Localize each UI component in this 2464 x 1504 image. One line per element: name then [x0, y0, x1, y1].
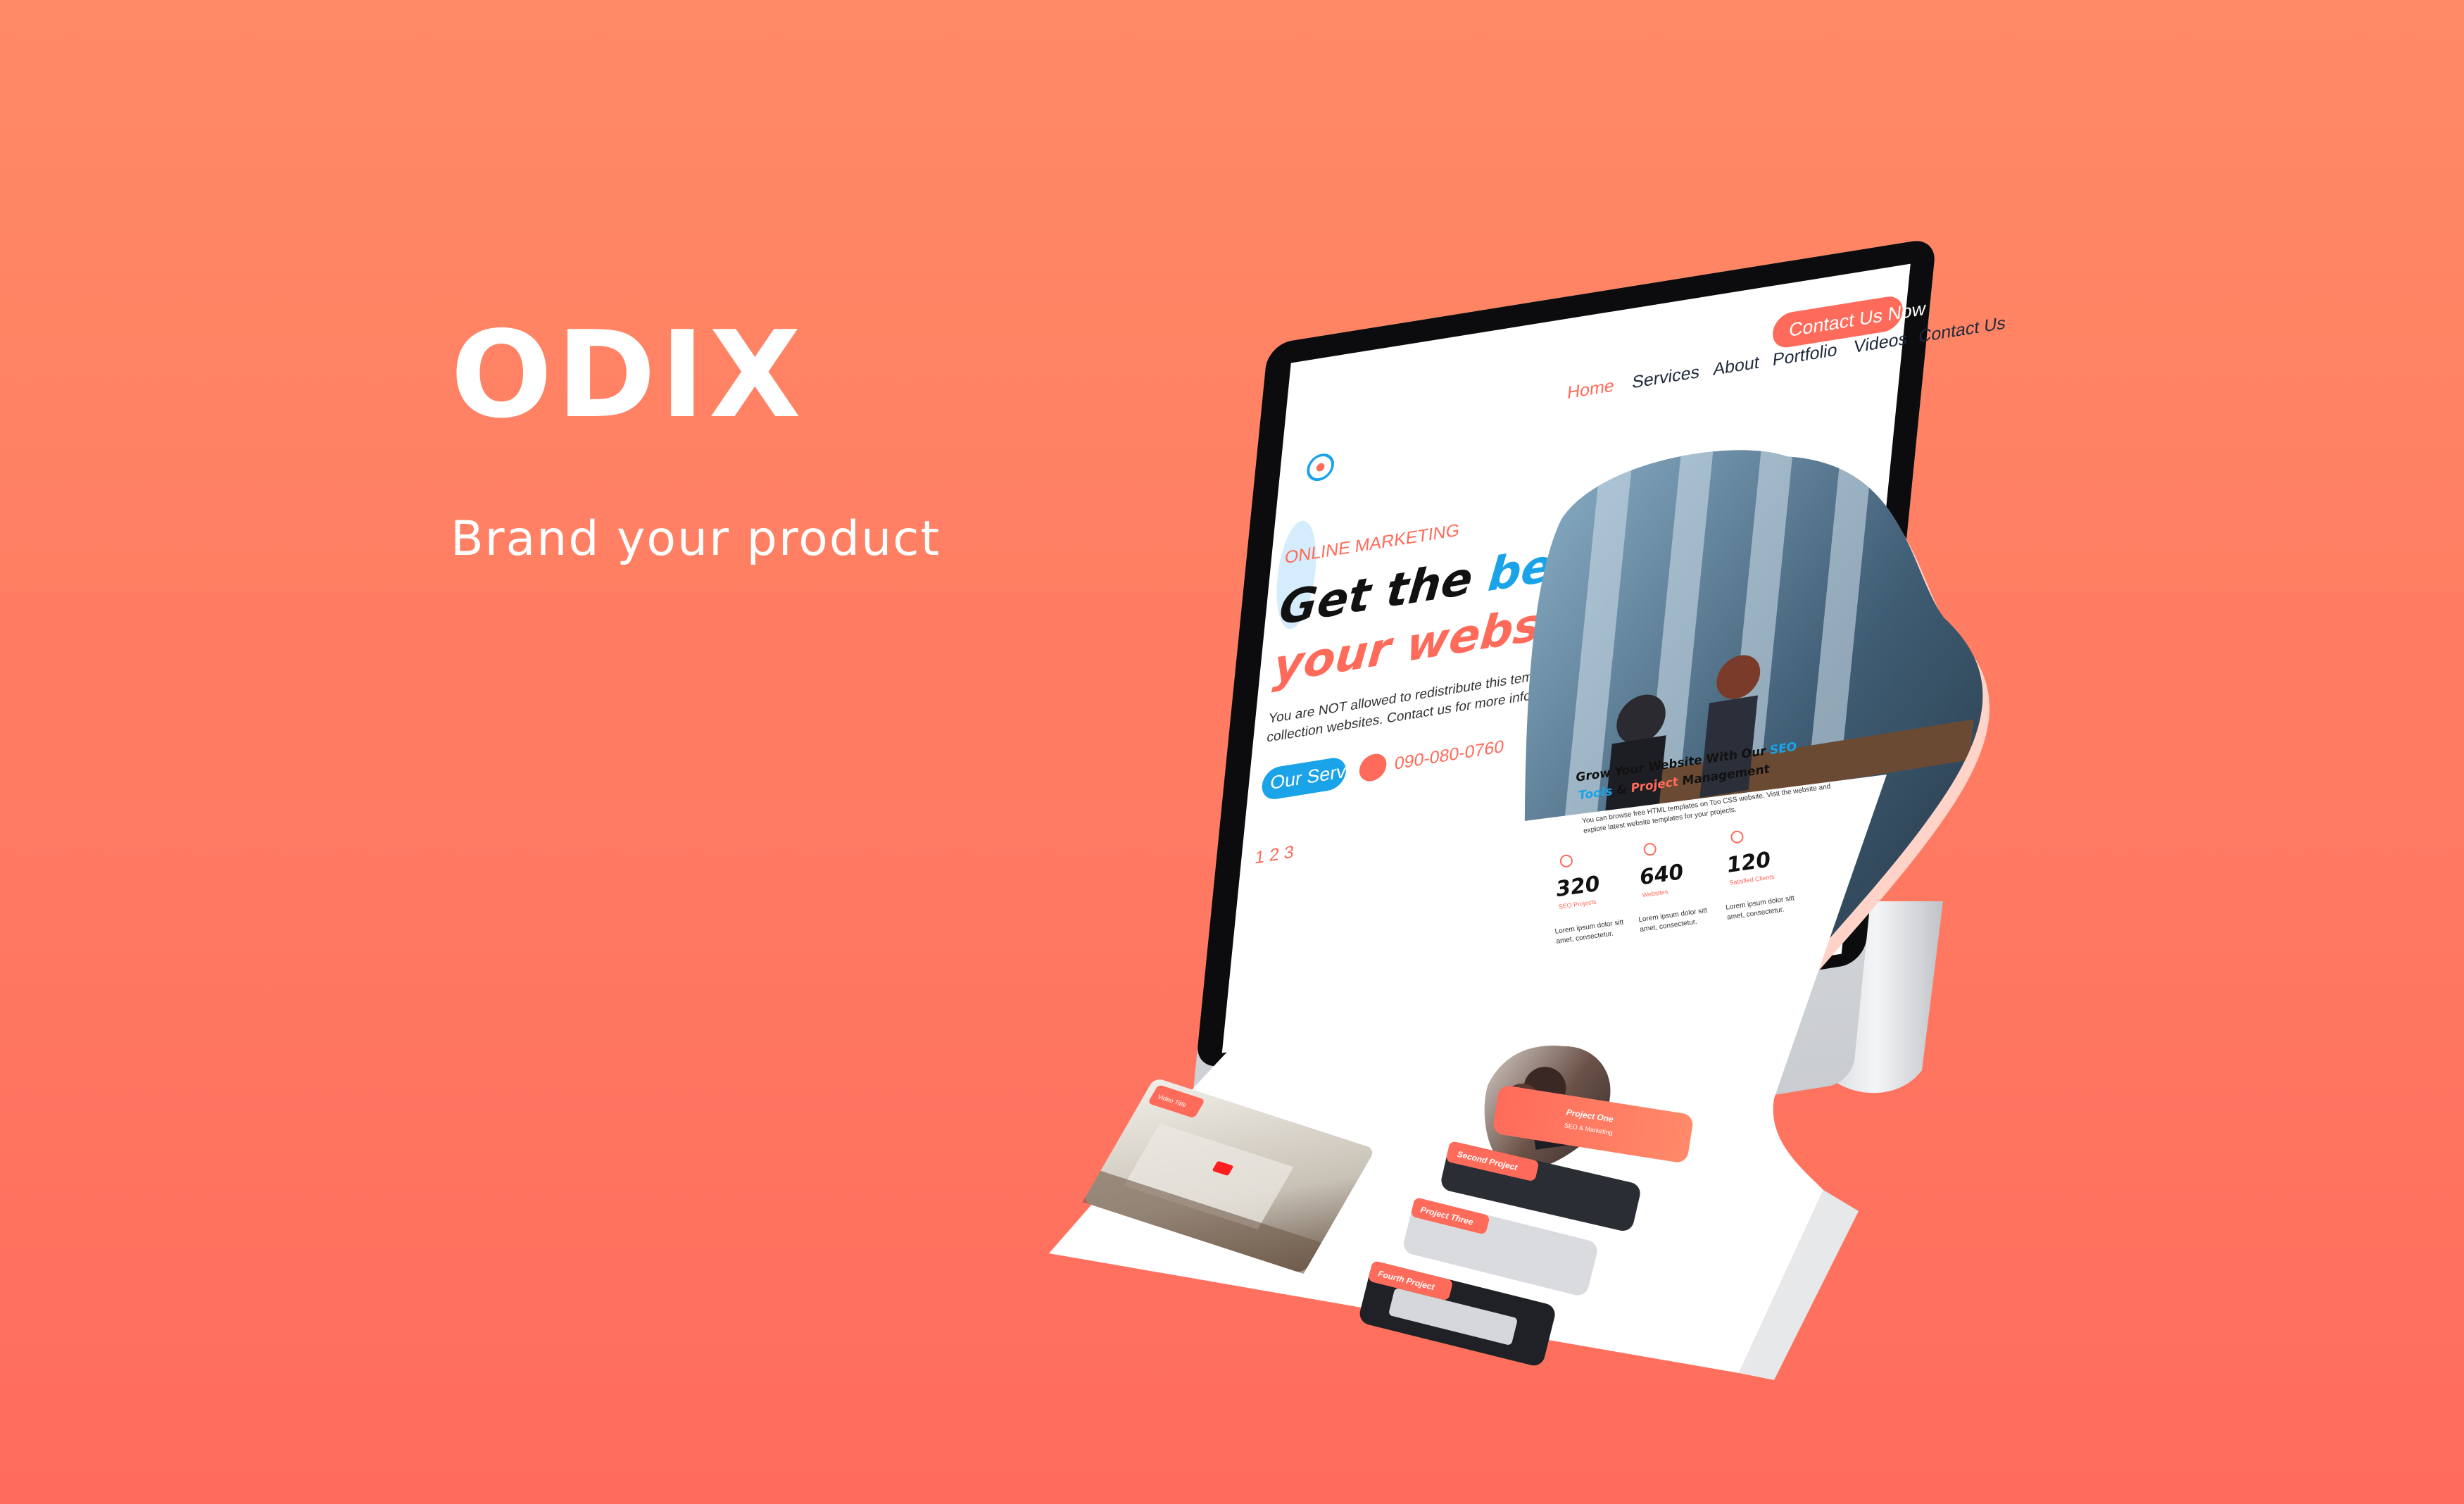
monitor-mockup: Home Services About Portfolio Videos Con…: [1049, 241, 2013, 1380]
nav-contact[interactable]: Contact Us: [1918, 313, 2006, 347]
